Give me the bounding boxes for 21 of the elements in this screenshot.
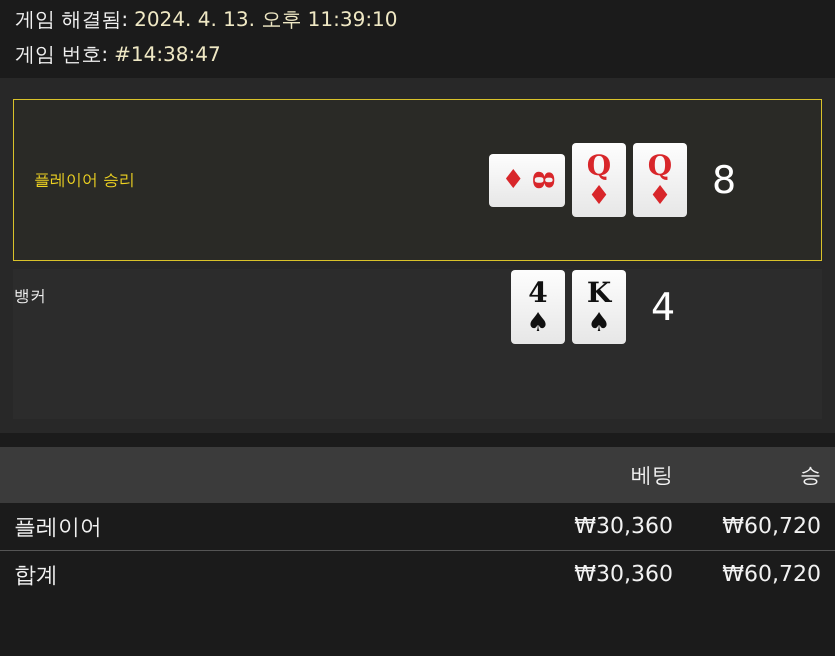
table-cell-text: ₩30,360 bbox=[573, 562, 673, 587]
hand-label: 플레이어 승리 bbox=[34, 170, 136, 190]
info-label: 게임 번호: bbox=[15, 41, 108, 67]
column-header: 베팅 bbox=[630, 462, 673, 489]
info-value: 2024. 4. 13. 오후 11:39:10 bbox=[134, 6, 398, 32]
playing-card: K ♠ bbox=[572, 270, 626, 344]
playing-card: ♦ 8 bbox=[489, 154, 565, 206]
playing-card: Q ♦ bbox=[633, 143, 687, 217]
table-cell-text: ₩60,720 bbox=[721, 514, 821, 539]
table-cell-text: 플레이어 bbox=[14, 514, 103, 542]
playing-card: Q ♦ bbox=[572, 143, 626, 217]
hand-total: 4 bbox=[651, 285, 676, 329]
hand-total: 8 bbox=[712, 158, 736, 202]
info-value: #14:38:47 bbox=[114, 41, 221, 67]
info-label: 게임 해결됨: bbox=[15, 6, 128, 32]
table-cell-text: ₩60,720 bbox=[721, 562, 821, 587]
table-cell-text: ₩30,360 bbox=[573, 514, 673, 539]
column-header: 승 bbox=[799, 462, 821, 489]
playing-card: 4 ♠ bbox=[511, 270, 565, 344]
table-cell-text: 합계 bbox=[14, 562, 59, 590]
hand-label: 뱅커 bbox=[14, 285, 47, 307]
